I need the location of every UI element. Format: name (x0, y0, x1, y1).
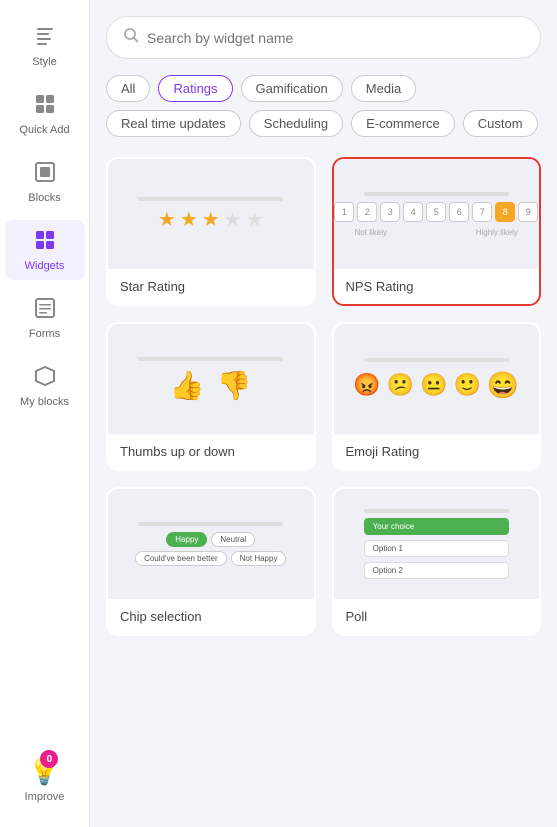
chip-sel-preview: Happy Neutral Could've been better Not H… (108, 489, 314, 599)
thumbs-preview: 👍 👎 (108, 324, 314, 434)
sidebar-item-blocks-label: Blocks (28, 192, 60, 204)
filter-chip-all[interactable]: All (106, 75, 150, 102)
star-filled-3: ★ (202, 207, 220, 232)
nps-num-9: 9 (518, 202, 538, 222)
widget-card-star-rating[interactable]: ★ ★ ★ ★ ★ Star Rating (106, 157, 316, 306)
emoji-3: 😐 (420, 372, 447, 398)
nps-label-right: Highly likely (476, 228, 518, 237)
nps-rating-preview: 0 1 2 3 4 5 6 7 8 9 10 Not likely (334, 159, 540, 269)
widget-grid: ★ ★ ★ ★ ★ Star Rating 0 1 2 (106, 157, 541, 636)
chip-sel-row: Happy Neutral Could've been better Not H… (120, 532, 302, 566)
nps-num-6: 6 (449, 202, 469, 222)
emoji-2: 😕 (387, 372, 414, 398)
poll-preview: Your choice Option 1 Option 2 (334, 489, 540, 599)
emoji-rating-preview: 😡 😕 😐 🙂 😄 (334, 324, 540, 434)
star-empty-5: ★ (246, 207, 264, 232)
emoji-icons: 😡 😕 😐 🙂 😄 (353, 370, 519, 401)
emoji-4: 🙂 (453, 372, 480, 398)
sidebar-item-style[interactable]: Style (5, 16, 85, 76)
style-icon (33, 24, 57, 52)
nps-num-7: 7 (472, 202, 492, 222)
search-input[interactable] (147, 30, 524, 46)
chip-happy: Happy (166, 532, 207, 547)
poll-label: Poll (334, 599, 540, 634)
thumbs-label: Thumbs up or down (108, 434, 314, 469)
nps-label-left: Not likely (355, 228, 387, 237)
search-icon (123, 27, 139, 48)
my-blocks-icon (33, 364, 57, 392)
sidebar-item-blocks[interactable]: Blocks (5, 152, 85, 212)
nps-num-5: 5 (426, 202, 446, 222)
widget-card-chip-selection[interactable]: Happy Neutral Could've been better Not H… (106, 487, 316, 636)
chip-could-be-better: Could've been better (135, 551, 227, 566)
emoji-1: 😡 (353, 372, 380, 398)
filter-chips: All Ratings Gamification Media Real time… (106, 75, 541, 137)
chip-neutral: Neutral (211, 532, 255, 547)
sidebar-item-widgets[interactable]: Widgets (5, 220, 85, 280)
sidebar-item-forms-label: Forms (29, 328, 60, 340)
improve-label: Improve (25, 791, 65, 803)
main-content: All Ratings Gamification Media Real time… (90, 0, 557, 827)
search-bar (106, 16, 541, 59)
nps-num-8: 8 (495, 202, 515, 222)
sidebar-item-quick-add-label: Quick Add (19, 124, 69, 136)
widget-card-poll[interactable]: Your choice Option 1 Option 2 Poll (332, 487, 542, 636)
sidebar-item-my-blocks[interactable]: My blocks (5, 356, 85, 416)
chip-not-happy: Not Happy (231, 551, 287, 566)
star-empty-4: ★ (224, 207, 242, 232)
emoji-rating-label: Emoji Rating (334, 434, 540, 469)
filter-chip-gamification[interactable]: Gamification (241, 75, 343, 102)
nps-num-2: 2 (357, 202, 377, 222)
blocks-icon (33, 160, 57, 188)
poll-option-2: Option 2 (364, 562, 509, 579)
star-rating-label: Star Rating (108, 269, 314, 304)
star-filled-1: ★ (158, 207, 176, 232)
sidebar: Style Quick Add Blocks (0, 0, 90, 827)
chip-selection-label: Chip selection (108, 599, 314, 634)
thumbs-down-icon: 👎 (217, 369, 252, 402)
quick-add-icon (33, 92, 57, 120)
thumbs-up-icon: 👍 (170, 369, 205, 402)
nps-rating-label: NPS Rating (334, 269, 540, 304)
nps-numbers: 0 1 2 3 4 5 6 7 8 9 10 (332, 202, 542, 222)
filter-chip-e-commerce[interactable]: E-commerce (351, 110, 455, 137)
filter-chip-ratings[interactable]: Ratings (158, 75, 232, 102)
emoji-5: 😄 (487, 370, 519, 401)
sidebar-item-style-label: Style (32, 56, 56, 68)
widget-card-emoji-rating[interactable]: 😡 😕 😐 🙂 😄 Emoji Rating (332, 322, 542, 471)
nps-num-1: 1 (334, 202, 354, 222)
filter-chip-scheduling[interactable]: Scheduling (249, 110, 343, 137)
poll-option-1: Option 1 (364, 540, 509, 557)
nps-labels: Not likely Highly likely (355, 228, 518, 237)
nps-num-4: 4 (403, 202, 423, 222)
sidebar-item-forms[interactable]: Forms (5, 288, 85, 348)
nps-num-3: 3 (380, 202, 400, 222)
sidebar-item-quick-add[interactable]: Quick Add (5, 84, 85, 144)
widget-card-nps-rating[interactable]: 0 1 2 3 4 5 6 7 8 9 10 Not likely (332, 157, 542, 306)
sidebar-item-my-blocks-label: My blocks (20, 396, 69, 408)
forms-icon (33, 296, 57, 324)
filter-chip-custom[interactable]: Custom (463, 110, 538, 137)
widgets-icon (33, 228, 57, 256)
thumbs-icons: 👍 👎 (170, 369, 252, 402)
widget-card-thumbs[interactable]: 👍 👎 Thumbs up or down (106, 322, 316, 471)
sidebar-item-widgets-label: Widgets (25, 260, 65, 272)
filter-chip-real-time-updates[interactable]: Real time updates (106, 110, 241, 137)
improve-button[interactable]: 0 💡 Improve (17, 748, 73, 811)
star-rating-preview: ★ ★ ★ ★ ★ (108, 159, 314, 269)
star-filled-2: ★ (180, 207, 198, 232)
poll-question: Your choice (364, 518, 509, 535)
filter-chip-media[interactable]: Media (351, 75, 416, 102)
